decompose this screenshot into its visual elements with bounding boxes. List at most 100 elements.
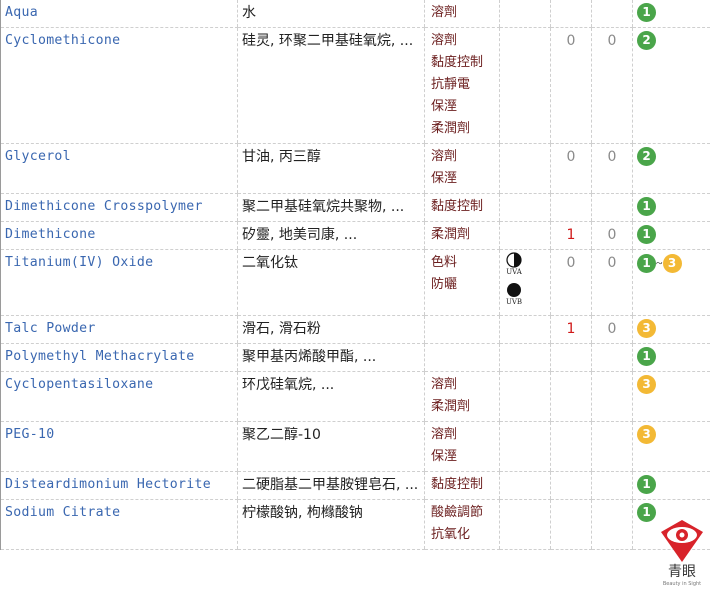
ingredient-name-cell: Talc Powder xyxy=(0,315,238,344)
irritant-risk-cell: 0 xyxy=(550,27,592,144)
function-tag: 保溼 xyxy=(431,171,458,186)
safety-badge: 1 xyxy=(637,475,656,495)
ingredient-link[interactable]: PEG-10 xyxy=(5,427,54,442)
acne-risk-cell xyxy=(591,343,633,372)
function-cell: 溶劑 xyxy=(424,0,500,28)
function-tag: 溶劑 xyxy=(431,427,458,442)
ingredient-name-cell: Titanium(IV) Oxide xyxy=(0,249,238,316)
irritant-risk-cell xyxy=(550,421,592,472)
safety-badge: 2 xyxy=(637,147,656,167)
range-separator: ~ xyxy=(656,256,663,270)
function-tag: 酸鹼調節 xyxy=(431,505,484,520)
function-tag: 黏度控制 xyxy=(431,55,484,70)
ingredient-name-cell: Cyclopentasiloxane xyxy=(0,371,238,422)
chinese-name-cell: 二硬脂基二甲基胺锂皂石, ... xyxy=(237,471,425,500)
ingredient-link[interactable]: Dimethicone xyxy=(5,227,96,242)
table-row: Disteardimonium Hectorite 二硬脂基二甲基胺锂皂石, ..… xyxy=(0,471,710,500)
uv-cell xyxy=(499,371,551,422)
irritant-risk-cell xyxy=(550,471,592,500)
ingredient-link[interactable]: Cyclomethicone xyxy=(5,33,120,48)
uv-label: UVA xyxy=(506,268,522,276)
function-cell xyxy=(424,315,500,344)
acne-risk-cell: 0 xyxy=(591,143,633,194)
safety-cell: 1 ~3 xyxy=(632,249,710,316)
function-cell: 色料 防曬 xyxy=(424,249,500,316)
function-tag: 溶劑 xyxy=(431,377,458,392)
uv-cell xyxy=(499,499,551,550)
uv-cell xyxy=(499,471,551,500)
safety-badge: 3 xyxy=(662,253,682,273)
table-row: Aqua 水溶劑 1 xyxy=(0,0,710,28)
uv-cell xyxy=(499,27,551,144)
safety-badge: 1 xyxy=(637,3,656,23)
function-cell: 溶劑 保溼 xyxy=(424,421,500,472)
safety-cell: 3 xyxy=(632,421,710,472)
ingredient-table: Aqua 水溶劑 1 Cyclomethicone 硅灵, 环聚二甲基硅氧烷, ... 溶… xyxy=(0,0,710,550)
ingredient-link[interactable]: Disteardimonium Hectorite xyxy=(5,477,211,492)
ingredient-name-cell: PEG-10 xyxy=(0,421,238,472)
safety-cell: 1 xyxy=(632,0,710,28)
ingredient-name-cell: Polymethyl Methacrylate xyxy=(0,343,238,372)
table-row: Titanium(IV) Oxide 二氧化钛 色料 防曬 UVA UVB 0 0 1 ~3 xyxy=(0,249,710,316)
uv-cell xyxy=(499,0,551,28)
eye-logo-icon xyxy=(661,520,703,562)
chinese-name-cell: 二氧化钛 xyxy=(237,249,425,316)
uv-cell xyxy=(499,221,551,250)
chinese-name-cell: 聚甲基丙烯酸甲酯, ... xyxy=(237,343,425,372)
safety-badge: 1 xyxy=(637,253,656,273)
function-tag: 溶劑 xyxy=(431,149,458,164)
function-tag: 抗靜電 xyxy=(431,77,471,92)
acne-risk-cell xyxy=(591,421,633,472)
safety-cell: 1 xyxy=(632,343,710,372)
table-row: Glycerol 甘油, 丙三醇 溶劑 保溼 0 0 2 xyxy=(0,143,710,194)
chinese-name-cell: 柠檬酸钠, 枸橼酸钠 xyxy=(237,499,425,550)
safety-cell: 1 xyxy=(632,193,710,222)
ingredient-link[interactable]: Sodium Citrate xyxy=(5,505,120,520)
chinese-name-cell: 滑石, 滑石粉 xyxy=(237,315,425,344)
ingredient-link[interactable]: Titanium(IV) Oxide xyxy=(5,255,153,270)
ingredient-link[interactable]: Cyclopentasiloxane xyxy=(5,377,153,392)
function-cell: 溶劑 黏度控制 抗靜電 保溼 柔潤劑 xyxy=(424,27,500,144)
ingredient-name-cell: Dimethicone xyxy=(0,221,238,250)
ingredient-link[interactable]: Dimethicone Crosspolymer xyxy=(5,199,203,214)
safety-cell: 3 xyxy=(632,315,710,344)
irritant-risk-cell xyxy=(550,193,592,222)
function-cell: 酸鹼調節 抗氧化 xyxy=(424,499,500,550)
function-tag: 黏度控制 xyxy=(431,477,484,492)
ingredient-name-cell: Aqua xyxy=(0,0,238,28)
function-tag: 柔潤劑 xyxy=(431,399,471,414)
acne-risk-cell xyxy=(591,471,633,500)
ingredient-link[interactable]: Polymethyl Methacrylate xyxy=(5,349,195,364)
uv-cell xyxy=(499,143,551,194)
function-tag: 溶劑 xyxy=(431,33,458,48)
irritant-risk-cell: 0 xyxy=(550,143,592,194)
uv-cell xyxy=(499,193,551,222)
irritant-risk-cell: 1 xyxy=(550,315,592,344)
ingredient-name-cell: Glycerol xyxy=(0,143,238,194)
table-row: Sodium Citrate 柠檬酸钠, 枸橼酸钠 酸鹼調節 抗氧化 1 xyxy=(0,499,710,550)
function-tag: 保溼 xyxy=(431,99,458,114)
uv-cell xyxy=(499,421,551,472)
acne-risk-cell: 0 xyxy=(591,221,633,250)
safety-badge: 1 xyxy=(637,503,656,523)
safety-badge: 1 xyxy=(637,197,656,217)
ingredient-link[interactable]: Glycerol xyxy=(5,149,71,164)
irritant-risk-cell xyxy=(550,0,592,28)
safety-badge: 2 xyxy=(637,31,656,51)
uv-cell xyxy=(499,343,551,372)
safety-badge: 1 xyxy=(637,225,656,245)
acne-risk-cell: 0 xyxy=(591,27,633,144)
ingredient-name-cell: Disteardimonium Hectorite xyxy=(0,471,238,500)
uv-label: UVB xyxy=(505,298,523,306)
irritant-risk-cell xyxy=(550,343,592,372)
ingredient-link[interactable]: Talc Powder xyxy=(5,321,96,336)
function-tag: 溶劑 xyxy=(431,5,458,20)
table-row: PEG-10 聚乙二醇-10 溶劑 保溼 3 xyxy=(0,421,710,472)
safety-cell: 2 xyxy=(632,143,710,194)
ingredient-link[interactable]: Aqua xyxy=(5,5,38,20)
table-row: Cyclopentasiloxane 环戊硅氧烷, ... 溶劑 柔潤劑 3 xyxy=(0,371,710,422)
safety-cell: 3 xyxy=(632,371,710,422)
chinese-name-cell: 聚乙二醇-10 xyxy=(237,421,425,472)
irritant-risk-cell: 1 xyxy=(550,221,592,250)
acne-risk-cell xyxy=(591,371,633,422)
